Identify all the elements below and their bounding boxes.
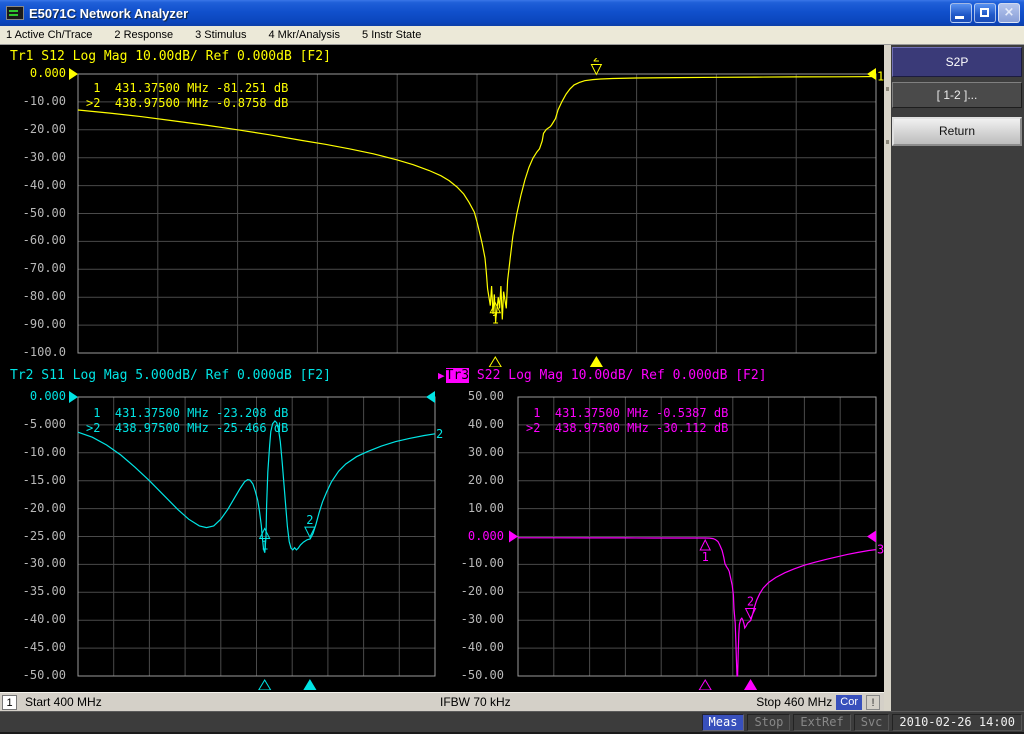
channel-number-box: 1 [2,695,17,710]
menu-stimulus[interactable]: 3 Stimulus [195,29,246,41]
tr3-ref-arrow-right[interactable] [867,531,876,543]
title-bar: E5071C Network Analyzer × [0,0,1024,26]
meas-status-badge: Meas [702,714,745,731]
tr3-ytick--40.00: -40.00 [440,640,504,654]
minimize-button[interactable] [950,3,972,23]
close-icon: × [999,5,1019,20]
channel-plot-tr3-s22[interactable]: ▶Tr3 S22 Log Mag 10.00dB/ Ref 0.000dB [F… [0,45,884,692]
close-button[interactable]: × [998,3,1020,23]
menu-mkr-analysis[interactable]: 4 Mkr/Analysis [268,29,340,41]
tr3-ytick--20.00: -20.00 [440,584,504,598]
tr3-marker-readout: 1 431.37500 MHz -0.5387 dB>2 438.97500 M… [526,406,728,436]
tr3-ytick-20.00: 20.00 [440,473,504,487]
softkey-s2p[interactable]: S2P [892,47,1022,77]
softkey-scroll-strip[interactable] [884,45,891,711]
svc-indicator: Svc [854,714,890,731]
ifbw-label: IFBW 70 kHz [440,695,511,709]
status-bar: 1 Start 400 MHz IFBW 70 kHz Stop 460 MHz… [0,692,884,711]
window-title: E5071C Network Analyzer [29,6,188,21]
tr3-stimulus-marker-1-icon[interactable] [699,680,711,690]
tr3-ytick--10.00: -10.00 [440,556,504,570]
tr3-marker-2-label: 2 [747,595,754,609]
extref-indicator: ExtRef [793,714,850,731]
tr3-ytick-50.00: 50.00 [440,389,504,403]
instrument-status-bar: Meas Stop ExtRef Svc 2010-02-26 14:00 [0,711,1024,734]
tr3-ytick--50.00: -50.00 [440,668,504,682]
tr3-marker-1-icon[interactable] [700,540,710,550]
tr3-ytick-10.00: 10.00 [440,501,504,515]
menu-response[interactable]: 2 Response [114,29,173,41]
active-trace-arrow-icon: ▶ [438,369,445,382]
app-icon [6,6,24,20]
minimize-icon [955,16,964,19]
tr3-ytick-40.00: 40.00 [440,417,504,431]
correction-badge: Cor [836,695,862,710]
tr3-stimulus-marker-2-icon[interactable] [745,680,757,690]
stop-frequency-label: Stop 460 MHz [756,695,832,709]
softkey-sidebar: S2P [ 1-2 ]... Return [884,45,1024,711]
tr3-marker-1-label: 1 [702,550,709,564]
tr3-ytick-30.00: 30.00 [440,445,504,459]
plot-area: Tr1 S12 Log Mag 10.00dB/ Ref 0.000dB [F2… [0,45,884,692]
start-frequency-label: Start 400 MHz [25,695,102,709]
softkey-return[interactable]: Return [892,117,1022,146]
softkey-1-2[interactable]: [ 1-2 ]... [892,82,1022,108]
menu-instr-state[interactable]: 5 Instr State [362,29,421,41]
warning-indicator: ! [866,695,880,710]
tr3-ref-arrow-left[interactable] [509,531,518,543]
datetime-display: 2010-02-26 14:00 [892,714,1022,731]
restore-button[interactable] [974,3,996,23]
restore-icon [980,8,989,17]
menu-active-ch-trace[interactable]: 1 Active Ch/Trace [6,29,92,41]
tr3-ytick-0.000: 0.000 [440,529,504,543]
tr3-ytick--30.00: -30.00 [440,612,504,626]
stop-indicator: Stop [747,714,790,731]
app-window: E5071C Network Analyzer × 1 Active Ch/Tr… [0,0,1024,734]
tr3-label[interactable]: Tr3 [446,368,469,383]
menu-bar: 1 Active Ch/Trace 2 Response 3 Stimulus … [0,26,1024,45]
